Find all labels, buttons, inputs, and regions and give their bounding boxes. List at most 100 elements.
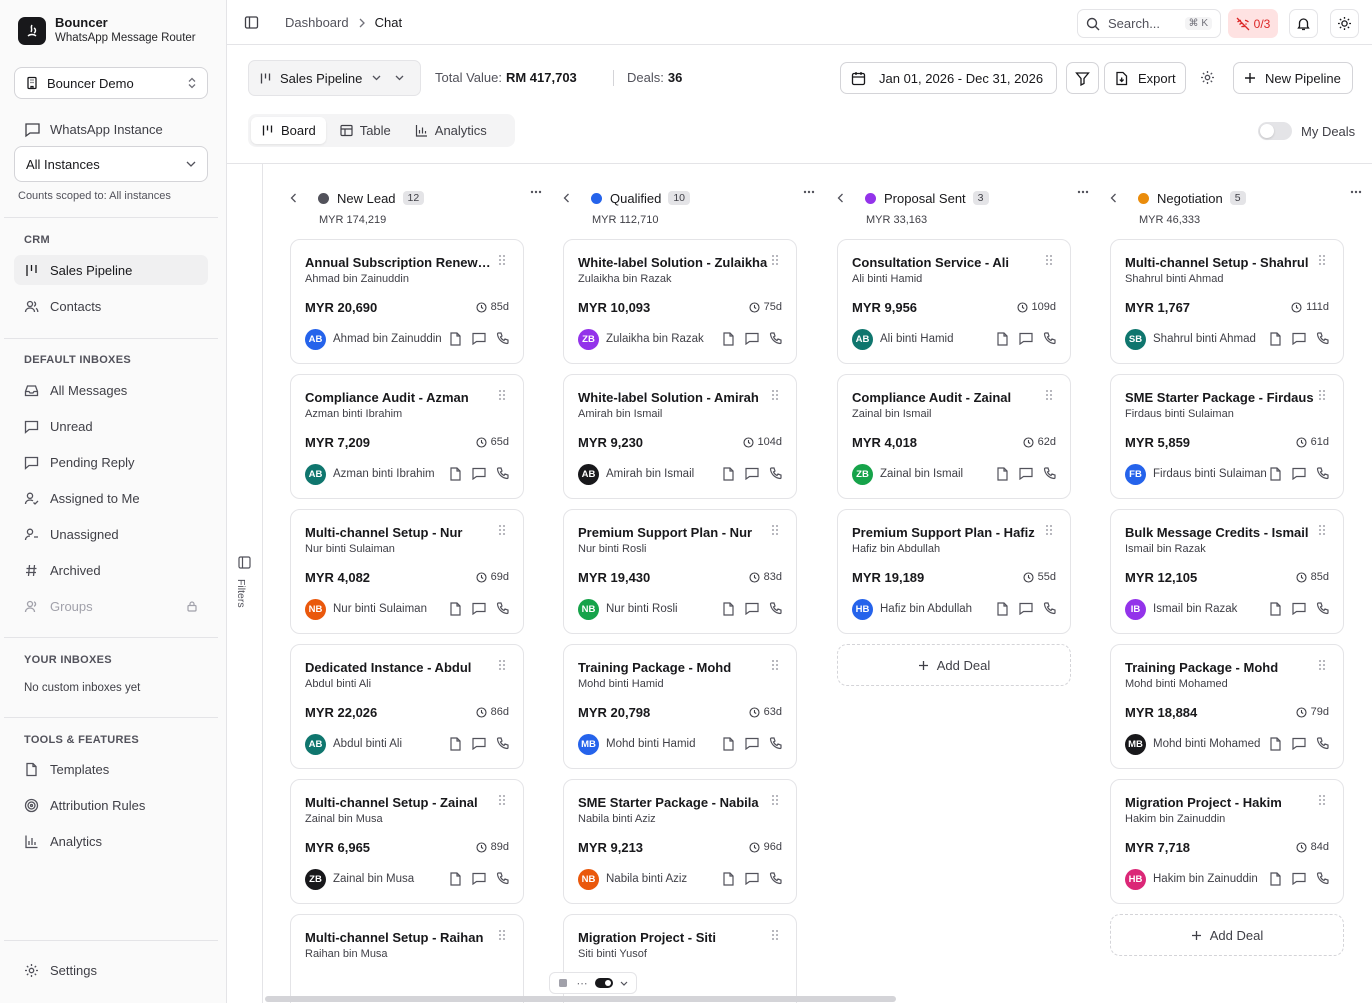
notes-icon[interactable] — [722, 467, 735, 481]
drag-handle-icon[interactable] — [498, 524, 506, 536]
export-button[interactable]: Export — [1104, 62, 1186, 94]
drag-handle-icon[interactable] — [1045, 389, 1053, 401]
sidebar-item-settings[interactable]: Settings — [14, 955, 208, 985]
horizontal-scrollbar[interactable] — [265, 996, 896, 1002]
message-icon[interactable] — [1292, 467, 1306, 481]
add-deal-button[interactable]: Add Deal — [837, 644, 1071, 686]
sidebar-item-archived[interactable]: Archived — [14, 555, 208, 585]
message-icon[interactable] — [472, 602, 486, 616]
deal-card[interactable]: Multi-channel Setup - Nur Nur binti Sulai… — [290, 509, 524, 634]
pipeline-select[interactable]: Sales Pipeline — [248, 60, 421, 96]
notes-icon[interactable] — [449, 872, 462, 886]
collapse-column-icon[interactable] — [1110, 193, 1128, 203]
filter-button[interactable] — [1066, 62, 1099, 94]
notes-icon[interactable] — [722, 332, 735, 346]
sidebar-item-attribution-rules[interactable]: Attribution Rules — [14, 790, 208, 820]
notes-icon[interactable] — [1269, 332, 1282, 346]
sidebar-item-sales-pipeline[interactable]: Sales Pipeline — [14, 255, 208, 285]
notes-icon[interactable] — [996, 467, 1009, 481]
phone-icon[interactable] — [496, 737, 509, 751]
collapse-column-icon[interactable] — [837, 193, 855, 203]
phone-icon[interactable] — [1043, 332, 1056, 346]
deal-card[interactable]: Multi-channel Setup - Zainal Zainal bin M… — [290, 779, 524, 904]
notes-icon[interactable] — [1269, 602, 1282, 616]
phone-icon[interactable] — [1316, 332, 1329, 346]
drag-handle-icon[interactable] — [1318, 659, 1326, 671]
drag-handle-icon[interactable] — [1318, 524, 1326, 536]
drag-handle-icon[interactable] — [498, 254, 506, 266]
notes-icon[interactable] — [1269, 872, 1282, 886]
drag-handle-icon[interactable] — [1318, 794, 1326, 806]
deal-card[interactable]: Multi-channel Setup - Shahrul Shahrul bin… — [1110, 239, 1344, 364]
org-switcher[interactable]: Bouncer Demo — [14, 67, 208, 99]
phone-icon[interactable] — [496, 602, 509, 616]
more-horizontal-icon[interactable] — [530, 190, 542, 194]
phone-icon[interactable] — [496, 332, 509, 346]
tab-analytics[interactable]: Analytics — [405, 117, 497, 144]
notes-icon[interactable] — [996, 332, 1009, 346]
drag-handle-icon[interactable] — [498, 794, 506, 806]
drag-handle-icon[interactable] — [771, 794, 779, 806]
tab-board[interactable]: Board — [251, 117, 326, 144]
deal-card[interactable]: Annual Subscription Renewal - Ahmad Ahmad… — [290, 239, 524, 364]
deal-card[interactable]: SME Starter Package - Nabila Nabila binti… — [563, 779, 797, 904]
message-icon[interactable] — [745, 467, 759, 481]
notes-icon[interactable] — [449, 467, 462, 481]
instance-select[interactable]: All Instances — [14, 146, 208, 182]
deal-card[interactable]: Migration Project - Hakim Hakim bin Zainu… — [1110, 779, 1344, 904]
phone-icon[interactable] — [1316, 872, 1329, 886]
more-horizontal-icon[interactable] — [803, 190, 815, 194]
message-icon[interactable] — [472, 737, 486, 751]
drag-handle-icon[interactable] — [1318, 389, 1326, 401]
connection-status-badge[interactable]: 0/3 — [1228, 9, 1278, 38]
drag-handle-icon[interactable] — [771, 389, 779, 401]
phone-icon[interactable] — [1043, 467, 1056, 481]
more-horizontal-icon[interactable] — [1350, 190, 1362, 194]
sidebar-item-all-messages[interactable]: All Messages — [14, 375, 208, 405]
deal-card[interactable]: White-label Solution - Zulaikha Zulaikha … — [563, 239, 797, 364]
notes-icon[interactable] — [449, 332, 462, 346]
message-icon[interactable] — [1292, 332, 1306, 346]
date-range-picker[interactable]: Jan 01, 2026 - Dec 31, 2026 — [840, 62, 1057, 94]
drag-handle-icon[interactable] — [498, 929, 506, 941]
message-icon[interactable] — [472, 332, 486, 346]
drag-handle-icon[interactable] — [771, 254, 779, 266]
notes-icon[interactable] — [722, 602, 735, 616]
sidebar-item-unread[interactable]: Unread — [14, 411, 208, 441]
message-icon[interactable] — [1019, 467, 1033, 481]
search-input[interactable]: Search... ⌘ K — [1077, 9, 1221, 38]
notes-icon[interactable] — [1269, 737, 1282, 751]
drag-handle-icon[interactable] — [498, 389, 506, 401]
message-icon[interactable] — [745, 737, 759, 751]
message-icon[interactable] — [745, 332, 759, 346]
phone-icon[interactable] — [1316, 737, 1329, 751]
phone-icon[interactable] — [769, 467, 782, 481]
tab-table[interactable]: Table — [330, 117, 401, 144]
message-icon[interactable] — [1019, 602, 1033, 616]
deal-card[interactable]: Bulk Message Credits - Ismail Ismail bin … — [1110, 509, 1344, 634]
phone-icon[interactable] — [496, 872, 509, 886]
notes-icon[interactable] — [449, 737, 462, 751]
deal-card[interactable]: Premium Support Plan - Nur Nur binti Rosl… — [563, 509, 797, 634]
drag-handle-icon[interactable] — [771, 929, 779, 941]
message-icon[interactable] — [472, 872, 486, 886]
deal-card[interactable]: Dedicated Instance - Abdul Abdul binti Al… — [290, 644, 524, 769]
sidebar-item-contacts[interactable]: Contacts — [14, 291, 208, 321]
theme-toggle-button[interactable] — [1330, 9, 1359, 38]
drag-handle-icon[interactable] — [1318, 254, 1326, 266]
notes-icon[interactable] — [449, 602, 462, 616]
notes-icon[interactable] — [996, 602, 1009, 616]
phone-icon[interactable] — [1316, 467, 1329, 481]
phone-icon[interactable] — [769, 332, 782, 346]
sidebar-item-pending-reply[interactable]: Pending Reply — [14, 447, 208, 477]
message-icon[interactable] — [745, 872, 759, 886]
floating-toolbar[interactable]: ⋯ — [549, 972, 637, 994]
deal-card[interactable]: Consultation Service - Ali Ali binti Hami… — [837, 239, 1071, 364]
more-horizontal-icon[interactable] — [1077, 190, 1089, 194]
brand[interactable]: Bouncer WhatsApp Message Router — [18, 15, 196, 46]
sidebar-item-assigned-to-me[interactable]: Assigned to Me — [14, 483, 208, 513]
new-pipeline-button[interactable]: New Pipeline — [1233, 62, 1353, 94]
drag-handle-icon[interactable] — [498, 659, 506, 671]
deal-card[interactable]: Compliance Audit - Azman Azman binti Ibra… — [290, 374, 524, 499]
message-icon[interactable] — [1292, 737, 1306, 751]
